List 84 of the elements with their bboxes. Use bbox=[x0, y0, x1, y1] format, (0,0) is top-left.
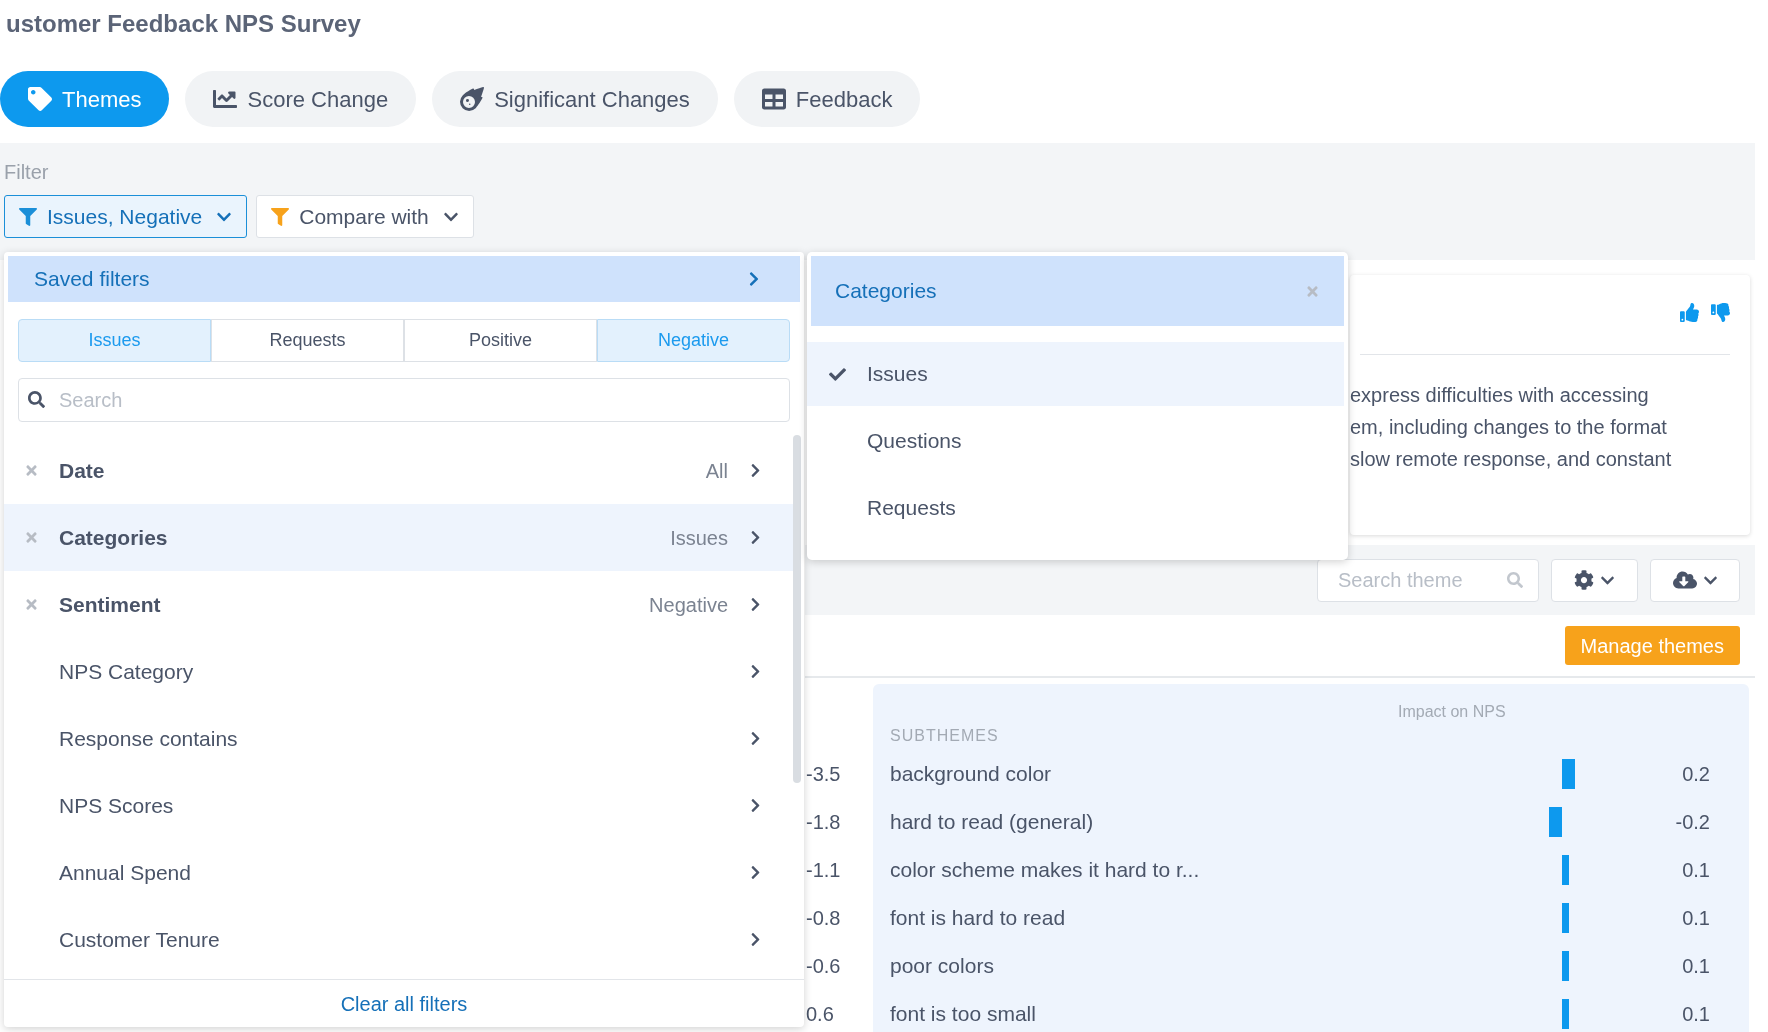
saved-filters-header[interactable]: Saved filters bbox=[8, 256, 800, 302]
filter-row[interactable]: Categories Issues bbox=[4, 504, 793, 571]
remove-icon[interactable] bbox=[24, 463, 39, 478]
subtheme-label: font is too small bbox=[890, 1001, 1037, 1028]
filter-dropdown[interactable]: Compare with bbox=[256, 195, 474, 238]
settings-icon bbox=[1574, 570, 1594, 590]
tab[interactable]: Score Change bbox=[185, 71, 417, 127]
subtheme-label: color scheme makes it hard to r... bbox=[890, 857, 1201, 884]
page-title: ustomer Feedback NPS Survey bbox=[5, 9, 361, 39]
table-cell-text: 0.6 bbox=[806, 1002, 834, 1027]
tag-icon bbox=[28, 87, 52, 111]
line-chart-icon bbox=[213, 87, 238, 111]
clear-filters-link[interactable]: Clear all filters bbox=[340, 988, 468, 1019]
filter-icon bbox=[19, 207, 37, 226]
category-option[interactable]: Questions bbox=[807, 409, 1344, 473]
impact-bar bbox=[1562, 903, 1569, 933]
filter-label: Filter bbox=[4, 160, 49, 185]
impact-value: -0.2 bbox=[1675, 810, 1711, 835]
scrollbar[interactable] bbox=[793, 435, 801, 783]
impact-bar bbox=[1562, 951, 1569, 981]
impact-heading: Impact on NPS bbox=[1398, 702, 1506, 722]
remove-icon[interactable] bbox=[24, 597, 39, 612]
impact-value: 0.2 bbox=[1682, 762, 1711, 787]
table-cell-text: -0.6 bbox=[806, 954, 841, 979]
filter-name: Categories bbox=[59, 524, 168, 551]
download-dropdown[interactable] bbox=[1650, 558, 1740, 602]
filter-row[interactable]: Sentiment Negative bbox=[4, 571, 793, 638]
filter-name: Annual Spend bbox=[59, 859, 191, 886]
settings-dropdown[interactable] bbox=[1551, 558, 1638, 602]
subtheme-label: font is hard to read bbox=[890, 905, 1067, 932]
filter-row[interactable]: Date All bbox=[4, 437, 793, 504]
search-themes-field[interactable]: Search theme bbox=[1317, 558, 1539, 602]
filter-name: NPS Scores bbox=[59, 792, 174, 819]
table-cell-text: -0.8 bbox=[806, 906, 841, 931]
subtheme-label: poor colors bbox=[890, 953, 995, 980]
impact-bar bbox=[1562, 855, 1569, 885]
impact-bar bbox=[1562, 999, 1569, 1029]
tab[interactable]: Significant Changes bbox=[432, 71, 718, 127]
filter-name: Customer Tenure bbox=[59, 926, 220, 953]
categories-title: Categories bbox=[835, 278, 937, 305]
category-option[interactable]: Requests bbox=[807, 476, 1344, 540]
table-cell-text: -1.1 bbox=[806, 858, 841, 883]
search-icon bbox=[1507, 571, 1523, 588]
filter-row[interactable]: Response contains bbox=[4, 705, 793, 772]
filter-name: Response contains bbox=[59, 725, 238, 752]
category-option[interactable]: Issues bbox=[807, 342, 1344, 406]
summary-text: em, including changes to the format bbox=[1350, 415, 1667, 440]
comet-icon bbox=[460, 87, 485, 111]
remove-icon[interactable] bbox=[24, 530, 39, 545]
table-cell-text: -3.5 bbox=[806, 762, 841, 787]
table-icon bbox=[761, 87, 786, 111]
filter-row[interactable]: NPS Scores bbox=[4, 772, 793, 839]
subtheme-label: hard to read (general) bbox=[890, 809, 1095, 836]
filter-value: All bbox=[705, 458, 728, 484]
filter-name: Date bbox=[59, 457, 105, 484]
subtheme-label: background color bbox=[890, 761, 1053, 788]
subthemes-heading: SUBTHEMES bbox=[890, 726, 999, 746]
filter-row[interactable]: NPS Category bbox=[4, 638, 793, 705]
impact-value: 0.1 bbox=[1682, 954, 1711, 979]
tab[interactable]: Feedback bbox=[733, 71, 921, 127]
filter-row[interactable]: Customer Tenure bbox=[4, 906, 793, 973]
check-icon bbox=[828, 365, 846, 383]
search-icon bbox=[28, 391, 45, 408]
segment-tab[interactable]: Positive bbox=[404, 319, 597, 362]
impact-value: 0.1 bbox=[1682, 858, 1711, 883]
impact-value: 0.1 bbox=[1682, 1002, 1711, 1027]
filter-name: NPS Category bbox=[59, 658, 194, 685]
filter-icon bbox=[271, 207, 290, 226]
filter-row[interactable]: Annual Spend bbox=[4, 839, 793, 906]
thumbs-up-icon[interactable] bbox=[1680, 303, 1699, 322]
search-field[interactable]: Search bbox=[18, 378, 790, 422]
thumbs-down-icon[interactable] bbox=[1711, 303, 1730, 322]
summary-text: express difficulties with accessing bbox=[1350, 383, 1649, 408]
filter-dropdown[interactable]: Issues, Negative bbox=[4, 195, 248, 238]
impact-bar bbox=[1549, 807, 1562, 837]
impact-bar bbox=[1562, 759, 1575, 789]
impact-value: 0.1 bbox=[1682, 906, 1711, 931]
close-icon[interactable] bbox=[1305, 283, 1320, 299]
summary-text: slow remote response, and constant bbox=[1350, 447, 1672, 472]
table-cell-text: -1.8 bbox=[806, 810, 841, 835]
filter-value: Issues bbox=[670, 525, 728, 551]
segment-tab[interactable]: Requests bbox=[211, 319, 404, 362]
filter-value: Negative bbox=[649, 592, 728, 618]
filter-name: Sentiment bbox=[59, 591, 161, 618]
